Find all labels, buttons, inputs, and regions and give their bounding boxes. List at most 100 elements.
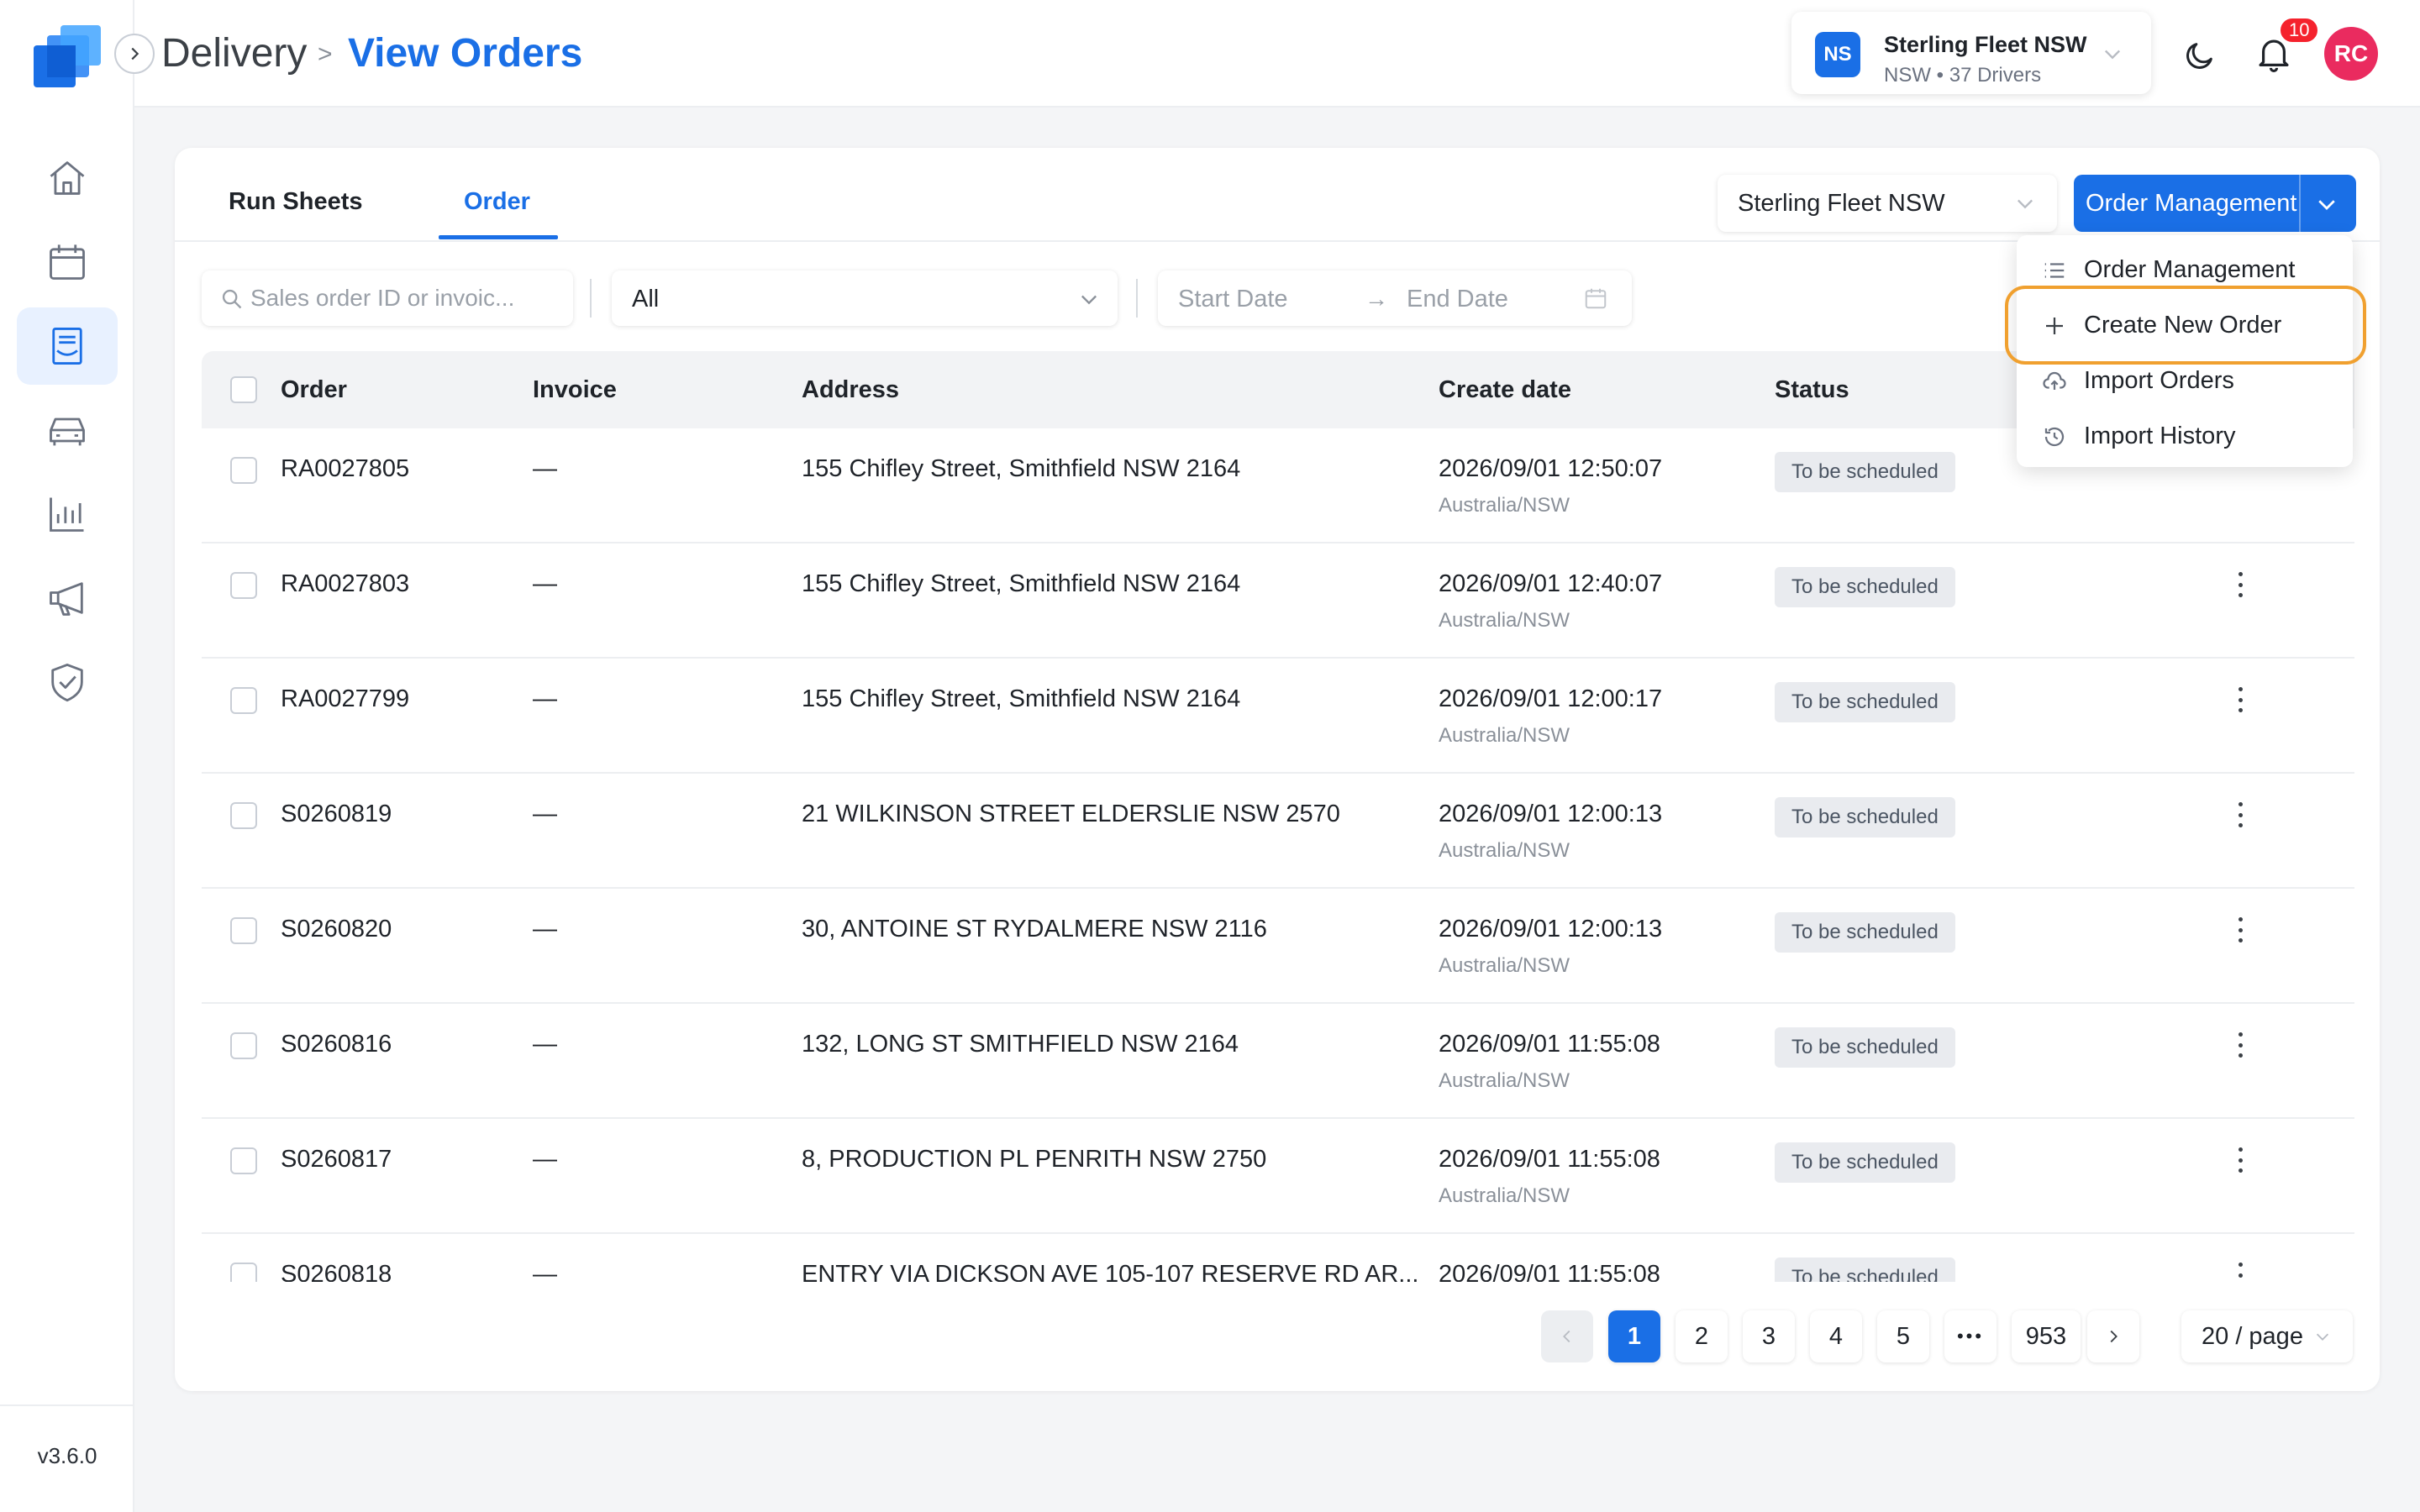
- user-avatar[interactable]: RC: [2324, 27, 2378, 81]
- fleet-subtitle: NSW • 37 Drivers: [1884, 64, 2042, 87]
- active-tab-indicator: [439, 235, 558, 239]
- order-id[interactable]: S0260820: [281, 916, 392, 943]
- address-cell: 30, ANTOINE ST RYDALMERE NSW 2116: [802, 916, 1267, 942]
- order-id[interactable]: RA0027799: [281, 685, 409, 713]
- page-button-last[interactable]: 953: [2012, 1310, 2081, 1362]
- chevron-down-icon: [2018, 199, 2033, 209]
- fleet-select-value: Sterling Fleet NSW: [1738, 190, 1945, 217]
- table-row[interactable]: S0260819 — 21 WILKINSON STREET ELDERSLIE…: [202, 774, 2354, 889]
- sidebar-toggle-button[interactable]: [114, 34, 155, 74]
- table-row[interactable]: S0260816 — 132, LONG ST SMITHFIELD NSW 2…: [202, 1004, 2354, 1119]
- chevron-down-icon[interactable]: [2314, 192, 2339, 217]
- row-checkbox[interactable]: [230, 572, 257, 599]
- prev-page-button[interactable]: [1541, 1310, 1593, 1362]
- nav-orders[interactable]: [17, 307, 118, 385]
- date-range-picker[interactable]: Start Date → End Date: [1158, 270, 1632, 326]
- nav-marketing[interactable]: [17, 559, 118, 637]
- nav-reports[interactable]: [17, 475, 118, 553]
- notification-badge: 10: [2279, 17, 2320, 44]
- app-logo[interactable]: [30, 22, 104, 92]
- fleet-select[interactable]: Sterling Fleet NSW: [1718, 175, 2057, 232]
- order-id[interactable]: S0260818: [281, 1261, 392, 1282]
- page-button-5[interactable]: 5: [1877, 1310, 1929, 1362]
- row-checkbox[interactable]: [230, 687, 257, 714]
- sidebar-divider: [0, 1404, 134, 1406]
- next-page-button[interactable]: [2087, 1310, 2139, 1362]
- status-badge: To be scheduled: [1775, 567, 1955, 607]
- status-badge: To be scheduled: [1775, 797, 1955, 837]
- menu-item-label: Order Management: [2084, 256, 2296, 283]
- select-all-checkbox[interactable]: [230, 376, 257, 403]
- status-badge: To be scheduled: [1775, 682, 1955, 722]
- order-id[interactable]: RA0027805: [281, 455, 409, 483]
- row-checkbox[interactable]: [230, 917, 257, 944]
- timezone-cell: Australia/NSW: [1439, 494, 1570, 517]
- order-id[interactable]: S0260819: [281, 801, 392, 828]
- fleet-switcher[interactable]: NS Sterling Fleet NSW NSW • 37 Drivers: [1791, 12, 2151, 94]
- page-button-1[interactable]: 1: [1608, 1310, 1660, 1362]
- breadcrumb-root[interactable]: Delivery: [161, 30, 307, 76]
- column-header-order[interactable]: Order: [281, 376, 347, 404]
- nav-vehicles[interactable]: [17, 391, 118, 469]
- row-checkbox[interactable]: [230, 1032, 257, 1059]
- date-range-arrow: →: [1365, 286, 1388, 312]
- nav-home[interactable]: [17, 139, 118, 217]
- table-row[interactable]: S0260818 — ENTRY VIA DICKSON AVE 105-107…: [202, 1234, 2354, 1282]
- page-button-3[interactable]: 3: [1743, 1310, 1795, 1362]
- order-id[interactable]: RA0027803: [281, 570, 409, 598]
- search-box[interactable]: [202, 270, 573, 326]
- table-row[interactable]: RA0027799 — 155 Chifley Street, Smithfie…: [202, 659, 2354, 774]
- row-actions-menu[interactable]: [2232, 917, 2249, 942]
- tab-run-sheets[interactable]: Run Sheets: [229, 188, 363, 281]
- row-actions-menu[interactable]: [2232, 1147, 2249, 1173]
- table-row[interactable]: RA0027803 — 155 Chifley Street, Smithfie…: [202, 543, 2354, 659]
- address-cell: 132, LONG ST SMITHFIELD NSW 2164: [802, 1031, 1239, 1058]
- home-icon: [50, 161, 85, 195]
- row-actions-menu[interactable]: [2232, 1032, 2249, 1058]
- row-actions-menu[interactable]: [2232, 687, 2249, 712]
- tab-order[interactable]: Order: [464, 188, 530, 281]
- chart-icon: [50, 497, 84, 532]
- chevron-down-icon: [2105, 50, 2120, 60]
- table-row[interactable]: S0260817 — 8, PRODUCTION PL PENRITH NSW …: [202, 1119, 2354, 1234]
- shield-icon: [51, 664, 83, 702]
- status-filter-select[interactable]: All: [612, 270, 1118, 326]
- row-checkbox[interactable]: [230, 1263, 257, 1282]
- column-header-create-date[interactable]: Create date: [1439, 376, 1571, 404]
- order-id[interactable]: S0260817: [281, 1146, 392, 1173]
- nav-security[interactable]: [17, 643, 118, 721]
- column-header-address[interactable]: Address: [802, 376, 899, 404]
- column-header-status[interactable]: Status: [1775, 376, 1849, 404]
- row-checkbox[interactable]: [230, 1147, 257, 1174]
- page-button-4[interactable]: 4: [1810, 1310, 1862, 1362]
- megaphone-icon: [50, 582, 83, 616]
- row-checkbox[interactable]: [230, 457, 257, 484]
- page-ellipsis[interactable]: •••: [1944, 1310, 1996, 1362]
- status-badge: To be scheduled: [1775, 452, 1955, 492]
- vehicle-icon: [50, 417, 85, 446]
- row-checkbox[interactable]: [230, 802, 257, 829]
- menu-item-import-history[interactable]: Import History: [2017, 408, 2353, 464]
- page-button-2[interactable]: 2: [1676, 1310, 1728, 1362]
- table-row[interactable]: S0260820 — 30, ANTOINE ST RYDALMERE NSW …: [202, 889, 2354, 1004]
- row-actions-menu[interactable]: [2232, 802, 2249, 827]
- invoice-cell: —: [533, 455, 557, 482]
- column-header-invoice[interactable]: Invoice: [533, 376, 617, 404]
- address-cell: 21 WILKINSON STREET ELDERSLIE NSW 2570: [802, 801, 1340, 827]
- order-management-button[interactable]: Order Management: [2074, 175, 2356, 232]
- chevron-right-icon: [131, 47, 139, 60]
- create-date-cell: 2026/09/01 12:40:07: [1439, 570, 1663, 597]
- search-input[interactable]: [250, 281, 553, 316]
- row-actions-menu[interactable]: [2232, 1263, 2249, 1282]
- nav-schedule[interactable]: [17, 223, 118, 301]
- row-actions-menu[interactable]: [2232, 572, 2249, 597]
- moon-icon[interactable]: [2183, 39, 2217, 72]
- list-icon: [2044, 263, 2065, 278]
- end-date-input[interactable]: End Date: [1407, 286, 1508, 313]
- order-id[interactable]: S0260816: [281, 1031, 392, 1058]
- start-date-input[interactable]: Start Date: [1178, 286, 1288, 313]
- page-size-value: 20 / page: [2202, 1322, 2303, 1350]
- page-size-select[interactable]: 20 / page: [2181, 1310, 2353, 1362]
- highlight-outline: [2005, 286, 2366, 365]
- history-icon: [2044, 427, 2065, 447]
